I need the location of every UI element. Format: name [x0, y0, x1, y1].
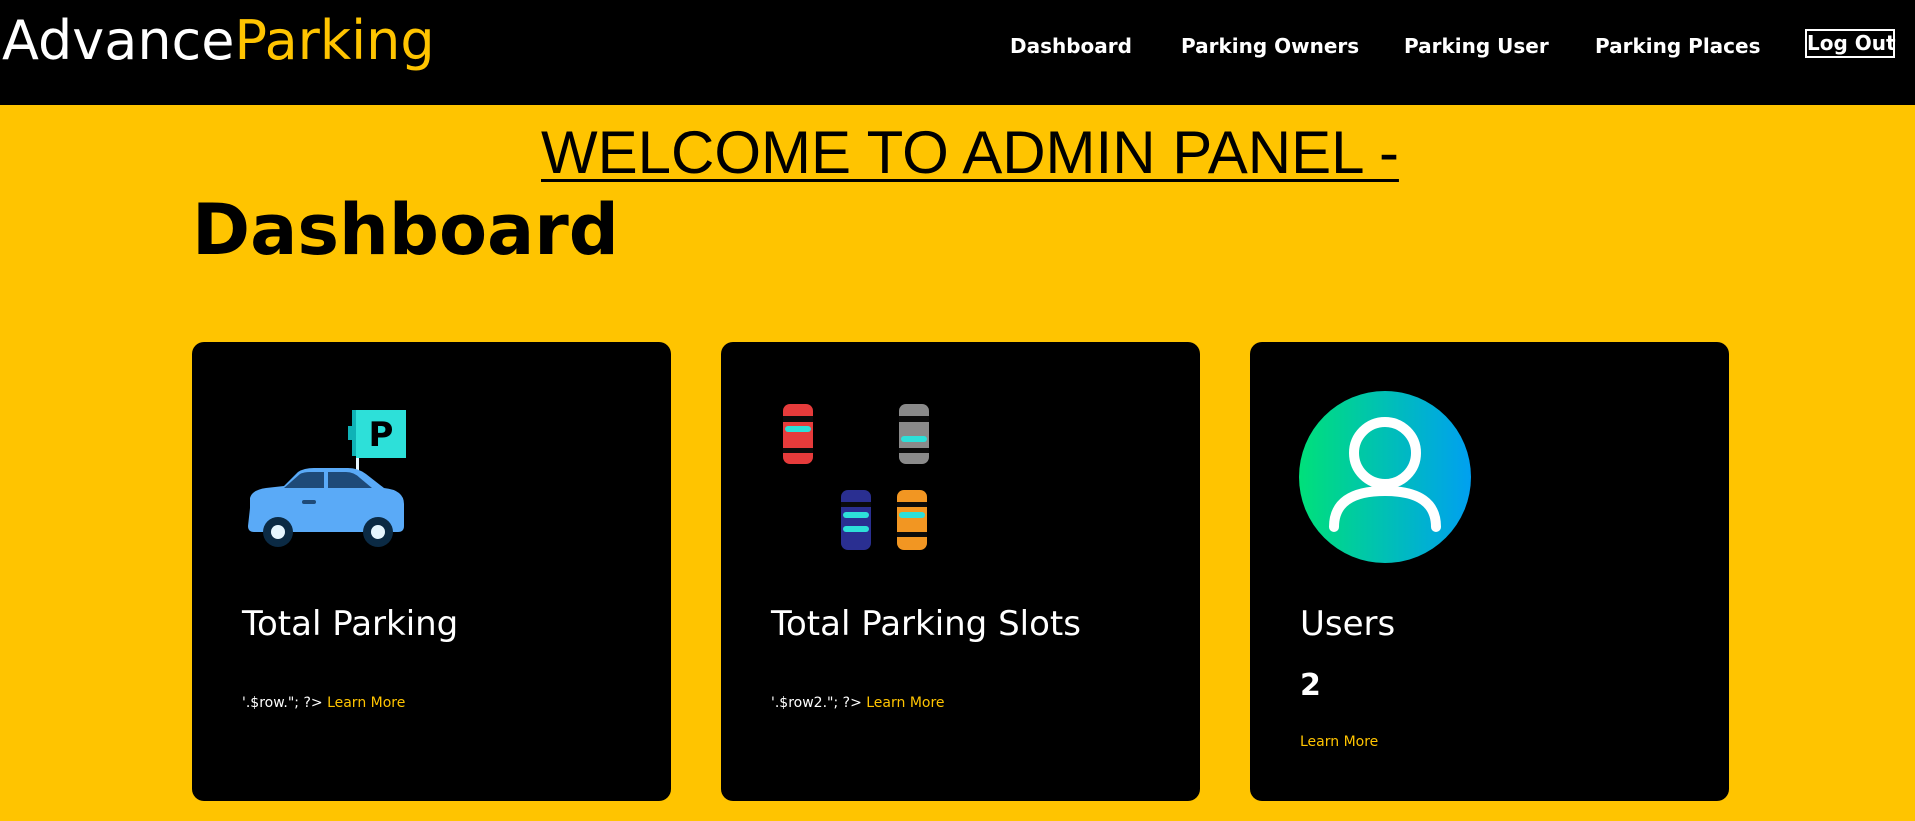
card-title-total-parking: Total Parking [242, 604, 459, 644]
brand-logo-part1: Advance [2, 9, 235, 72]
raw-php-text: '.$row."; ?> [242, 695, 323, 711]
nav-link-parking-owners[interactable]: Parking Owners [1181, 32, 1359, 60]
svg-text:P: P [369, 415, 394, 455]
logout-button[interactable]: Log Out [1805, 29, 1896, 58]
brand-logo[interactable]: AdvanceParking [2, 6, 435, 76]
welcome-heading: WELCOME TO ADMIN PANEL - [541, 119, 1399, 186]
learn-more-link[interactable]: Learn More [866, 695, 944, 711]
card-footer: '.$row."; ?> Learn More [242, 693, 405, 713]
parking-slots-icon [783, 404, 929, 550]
learn-more-link[interactable]: Learn More [327, 695, 405, 711]
raw-php-text: '.$row2."; ?> [771, 695, 862, 711]
card-footer: Learn More [1300, 732, 1378, 752]
car-parking-icon: P [248, 410, 406, 547]
learn-more-link[interactable]: Learn More [1300, 734, 1378, 750]
user-icon [1299, 391, 1471, 563]
brand-logo-part2: Parking [234, 9, 435, 72]
users-count: 2 [1300, 668, 1321, 703]
nav-link-parking-user[interactable]: Parking User [1404, 32, 1549, 60]
page-title: Dashboard [192, 189, 619, 271]
card-title-users: Users [1300, 604, 1396, 644]
card-total-parking-slots: Total Parking Slots '.$row2."; ?> Learn … [721, 342, 1200, 801]
navbar: AdvanceParking Dashboard Parking Owners … [0, 0, 1915, 105]
card-total-parking: P Total Parking '.$row."; ?> Learn More [192, 342, 671, 801]
card-title-total-parking-slots: Total Parking Slots [771, 604, 1081, 644]
card-footer: '.$row2."; ?> Learn More [771, 693, 945, 713]
card-users: Users 2 Learn More [1250, 342, 1729, 801]
nav-link-dashboard[interactable]: Dashboard [1010, 32, 1132, 60]
nav-link-parking-places[interactable]: Parking Places [1595, 32, 1761, 60]
